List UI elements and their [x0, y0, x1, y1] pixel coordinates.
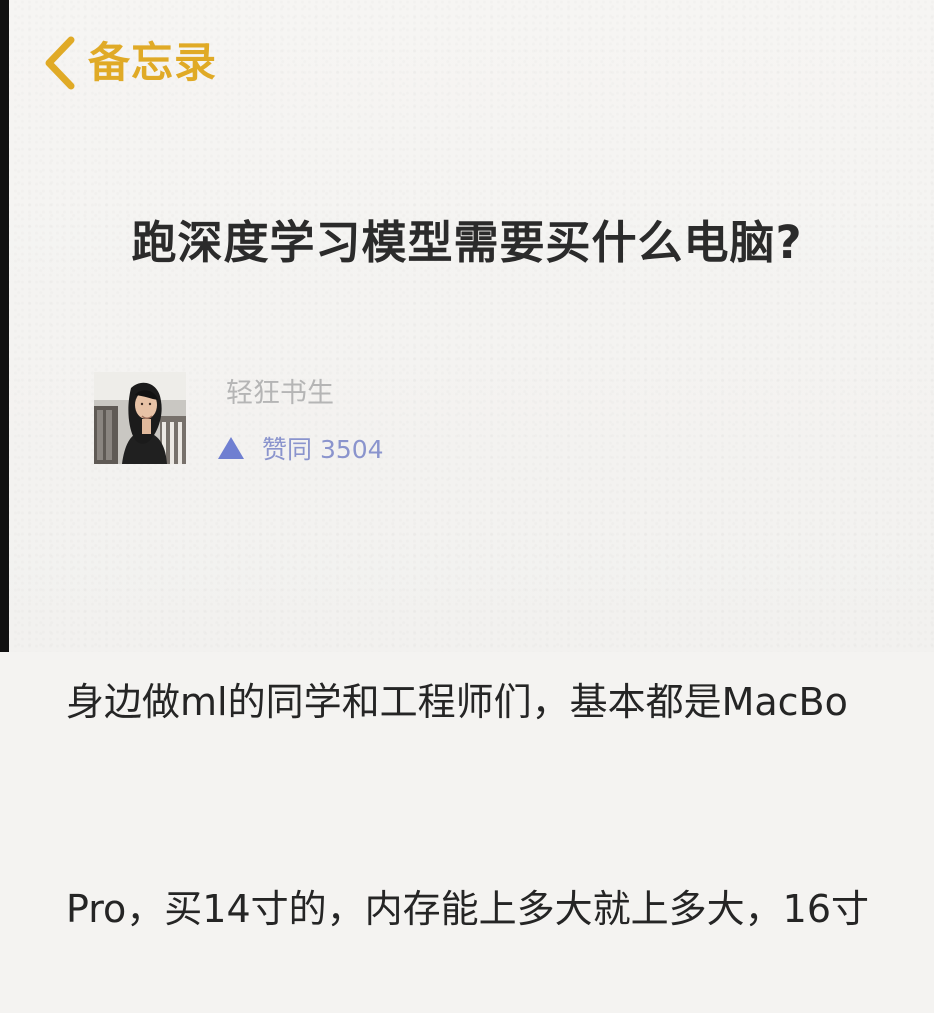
author-section: 轻狂书生 赞同 3504: [94, 372, 454, 472]
answer-line: Pro，买14寸的，内存能上多大就上多大，16寸: [66, 887, 869, 931]
avatar[interactable]: [94, 372, 186, 464]
question-title: 跑深度学习模型需要买什么电脑?: [131, 216, 803, 269]
back-button[interactable]: 备忘录: [40, 30, 217, 96]
screen-edge: [0, 0, 9, 652]
answer-line: 身边做ml的同学和工程师们，基本都是MacBo: [66, 680, 848, 724]
vote-count: 赞同 3504: [262, 435, 384, 464]
upvote-button[interactable]: 赞同 3504: [216, 430, 384, 466]
answer-body: 身边做ml的同学和工程师们，基本都是MacBo Pro，买14寸的，内存能上多大…: [66, 530, 934, 1013]
back-label: 备忘录: [88, 38, 218, 87]
author-name[interactable]: 轻狂书生: [226, 380, 334, 407]
chevron-left-icon: [40, 34, 80, 92]
triangle-up-icon: [216, 435, 246, 461]
